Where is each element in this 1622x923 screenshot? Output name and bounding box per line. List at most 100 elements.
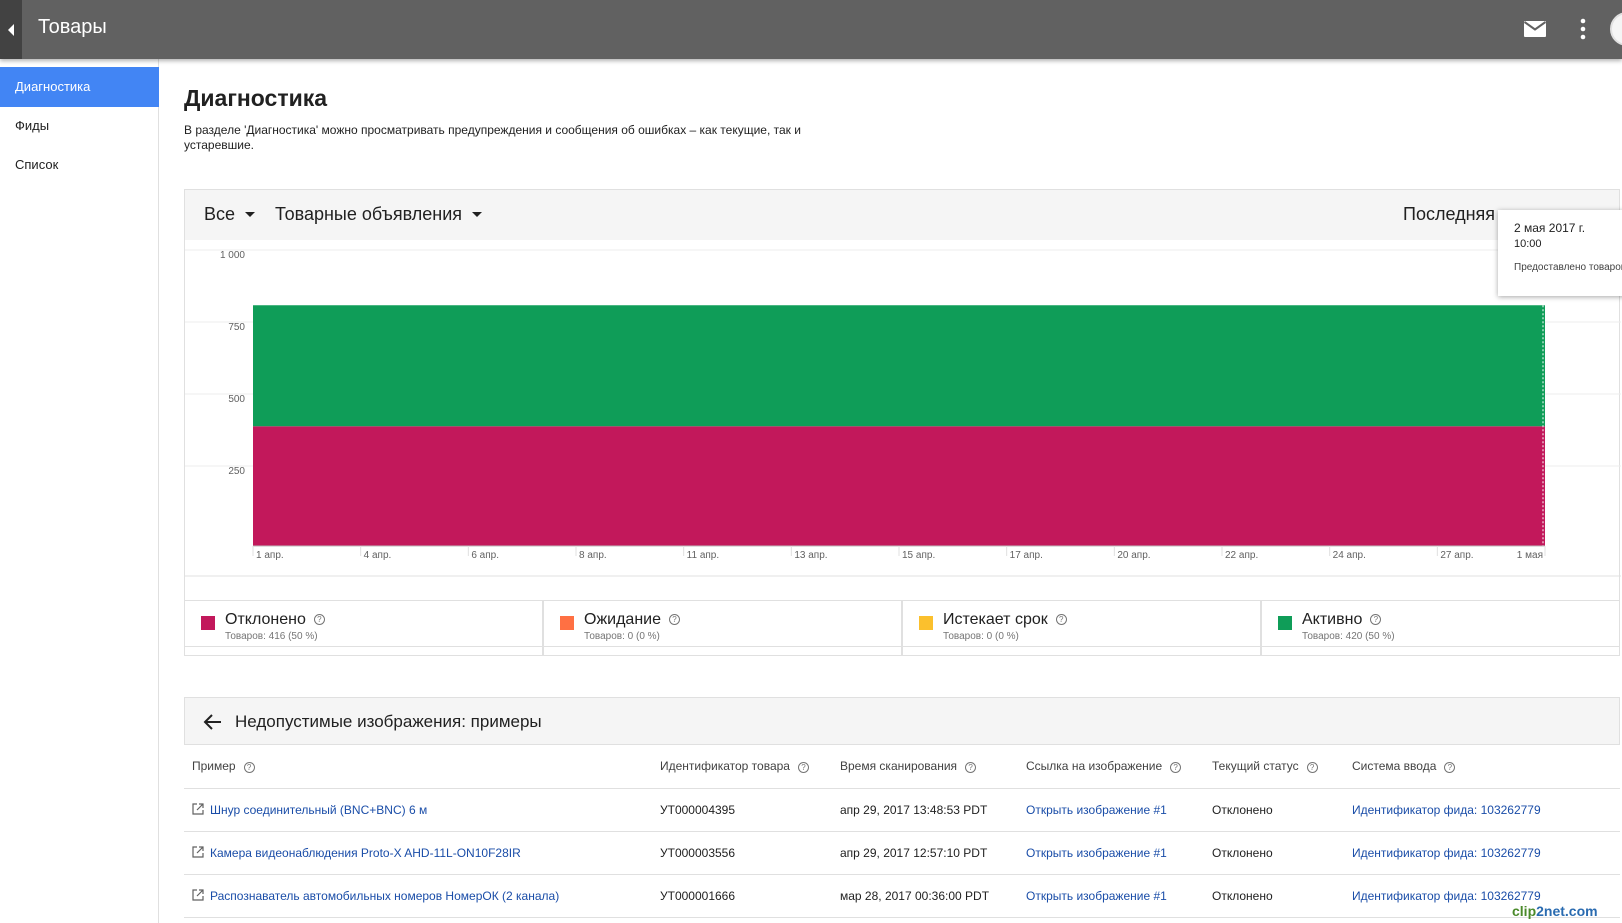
product-id: УТ000004395 [652,788,832,832]
legend-swatch [201,616,215,630]
scan-time: мар 28, 2017 00:36:00 PDT [832,874,1018,918]
column-header-input-system: Система ввода? [1344,745,1620,789]
tooltip-time: 10:00 [1514,238,1542,250]
product-id: УТ000001666 [652,874,832,918]
open-external-icon[interactable] [192,802,204,815]
x-tick-label: 11 апр. [687,550,719,561]
y-tick-label: 750 [228,322,245,333]
samples-table: Пример? Идентификатор товара? Время скан… [184,745,1620,918]
legend-label: Ожидание [584,611,661,628]
table-row: Камера видеонаблюдения Proto-X AHD-11L-O… [184,831,1620,875]
column-header-scan-time: Время сканирования? [832,745,1018,789]
top-app-bar: Товары [0,0,1622,59]
x-tick-label: 8 апр. [579,550,607,561]
image-link[interactable]: Открыть изображение #1 [1026,803,1167,817]
column-header-image-link: Ссылка на изображение? [1018,745,1204,789]
status-text: Отклонено [1204,831,1344,875]
destination-filter-dropdown[interactable]: Товарные объявления [275,204,482,225]
scan-time: апр 29, 2017 13:48:53 PDT [832,788,1018,832]
more-vert-icon[interactable] [1571,16,1595,42]
mail-icon[interactable] [1523,17,1547,41]
status-legend: Отклонено? Товаров: 416 (50 %) Ожидание?… [184,600,1620,656]
feed-link[interactable]: Идентификатор фида: 103262779 [1352,846,1541,860]
x-tick-label: 13 апр. [794,550,827,561]
collapse-sidebar-button[interactable] [0,0,22,59]
help-icon[interactable]: ? [243,761,255,773]
watermark: clip2net.com [1512,903,1598,919]
help-icon[interactable]: ? [669,614,680,626]
help-icon[interactable]: ? [1370,614,1382,626]
legend-count: Товаров: 420 (50 %) [1302,631,1395,642]
image-link[interactable]: Открыть изображение #1 [1026,846,1167,860]
image-link[interactable]: Открыть изображение #1 [1026,889,1167,903]
avatar[interactable] [1610,12,1622,46]
y-tick-label: 500 [228,394,245,405]
page-title: Диагностика [184,85,328,111]
arrow-back-icon[interactable] [203,713,223,731]
stacked-area-chart[interactable]: 1 000 750 500 250 1 апр. 4 апр. 6 апр. 8 апр. 11… [185,240,1621,632]
sidebar-item-feeds[interactable]: Фиды [0,106,159,146]
diagnostics-chart-card: Все Товарные объявления Последняя версия… [184,189,1621,647]
chevron-left-icon [8,23,14,36]
page-description: В разделе 'Диагностика' можно просматрив… [184,123,801,152]
x-tick-label: 27 апр. [1440,550,1473,561]
legend-label: Активно [1302,611,1363,628]
status-text: Отклонено [1204,788,1344,832]
open-external-icon[interactable] [192,888,204,901]
legend-swatch [1278,616,1292,630]
help-icon[interactable]: ? [1170,761,1182,773]
sidebar: Диагностика Фиды Список [0,59,159,923]
product-link[interactable]: Распознаватель автомобильных номеров Ном… [210,889,559,903]
feed-link[interactable]: Идентификатор фида: 103262779 [1352,803,1541,817]
legend-item-active[interactable]: Активно? Товаров: 420 (50 %) [1262,601,1619,655]
legend-count: Товаров: 0 (0 %) [584,631,660,642]
legend-label: Истекает срок [943,611,1048,628]
help-icon[interactable]: ? [1055,614,1067,626]
legend-swatch [919,616,933,630]
column-header-example: Пример? [184,745,652,789]
status-text: Отклонено [1204,874,1344,918]
destination-filter-value: Товарные объявления [275,204,462,224]
product-link[interactable]: Камера видеонаблюдения Proto-X AHD-11L-O… [210,846,521,860]
legend-label: Отклонено [225,611,306,628]
legend-item-expiring[interactable]: Истекает срок? Товаров: 0 (0 %) [903,601,1262,655]
help-icon[interactable]: ? [313,614,325,626]
legend-item-rejected[interactable]: Отклонено? Товаров: 416 (50 %) [185,601,544,655]
help-icon[interactable]: ? [1306,761,1318,773]
tooltip-date: 2 мая 2017 г. [1514,221,1586,235]
legend-count: Товаров: 416 (50 %) [225,631,318,642]
column-header-status: Текущий статус? [1204,745,1344,789]
table-header-row: Пример? Идентификатор товара? Время скан… [184,745,1620,789]
x-tick-label: 15 апр. [902,550,935,561]
x-tick-label: 20 апр. [1117,550,1150,561]
help-icon[interactable]: ? [797,761,809,773]
help-icon[interactable]: ? [1444,761,1456,773]
sidebar-item-diagnostics[interactable]: Диагностика [0,67,159,107]
dropdown-caret-icon [472,212,482,217]
status-filter-dropdown[interactable]: Все [204,204,256,225]
area-series-Активно [253,305,1545,427]
y-tick-label: 1 000 [220,250,245,261]
app-title: Товары [38,16,107,38]
x-tick-label: 6 апр. [471,550,499,561]
dropdown-caret-icon [245,212,256,217]
help-icon[interactable]: ? [965,761,977,773]
tooltip-note: Предоставлено товаров [1514,262,1622,273]
table-row: Распознаватель автомобильных номеров Ном… [184,874,1620,918]
feed-link[interactable]: Идентификатор фида: 103262779 [1352,889,1541,903]
samples-title: Недопустимые изображения: примеры [235,712,542,731]
chart-toolbar: Все Товарные объявления Последняя версия… [185,190,1619,240]
samples-header: Недопустимые изображения: примеры [184,697,1620,745]
sidebar-item-list[interactable]: Список [0,145,159,185]
legend-swatch [560,616,574,630]
x-tick-label: 1 апр. [256,550,284,561]
product-link[interactable]: Шнур соединительный (BNC+BNC) 6 м [210,803,427,817]
x-tick-label: 22 апр. [1225,550,1258,561]
x-tick-label: 17 апр. [1010,550,1043,561]
x-tick-label: 24 апр. [1333,550,1366,561]
x-tick-label: 1 мая [1517,550,1543,561]
legend-item-pending[interactable]: Ожидание? Товаров: 0 (0 %) [544,601,903,655]
product-id: УТ000003556 [652,831,832,875]
legend-count: Товаров: 0 (0 %) [943,631,1019,642]
open-external-icon[interactable] [192,845,204,858]
